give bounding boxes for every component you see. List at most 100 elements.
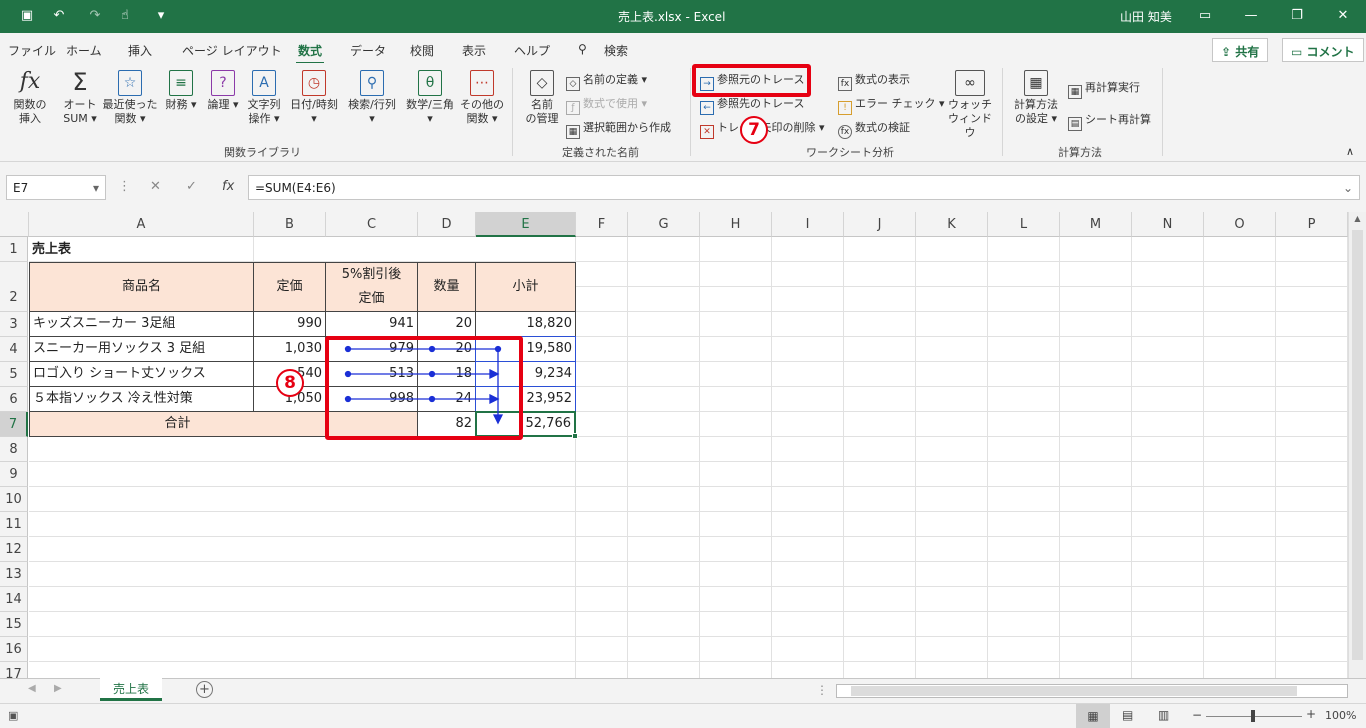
comment-button[interactable]: ▭ コメント xyxy=(1282,38,1364,62)
scroll-thumb[interactable] xyxy=(851,686,1297,696)
column-header[interactable]: J xyxy=(844,212,916,237)
insert-function-button[interactable]: fx 関数の 挿入 xyxy=(10,70,50,126)
add-sheet-icon[interactable]: + xyxy=(196,681,213,698)
tab-prev-icon[interactable]: ◀ xyxy=(28,683,36,694)
column-header[interactable]: H xyxy=(700,212,772,237)
row-header[interactable]: 9 xyxy=(0,462,28,487)
scroll-up-icon[interactable]: ▲ xyxy=(1351,214,1364,226)
datetime-button[interactable]: ◷ 日付/時刻 ▾ xyxy=(286,70,342,126)
horizontal-scrollbar[interactable] xyxy=(836,684,1348,698)
zoom-in-icon[interactable]: + xyxy=(1306,707,1316,721)
tab-search[interactable]: 検索 xyxy=(604,42,628,59)
define-name-button[interactable]: ◇ 名前の定義 ▾ xyxy=(566,70,647,91)
row-header[interactable]: 14 xyxy=(0,587,28,612)
calculate-sheet-button[interactable]: ▤ シート再計算 xyxy=(1068,110,1151,131)
tab-review[interactable]: 校閲 xyxy=(410,42,434,59)
collapse-ribbon-icon[interactable]: ∧ xyxy=(1346,142,1354,162)
column-header[interactable]: I xyxy=(772,212,844,237)
undo-icon[interactable]: ↶ xyxy=(50,7,68,25)
redo-icon[interactable]: ↷ xyxy=(86,7,104,25)
row-header[interactable]: 10 xyxy=(0,487,28,512)
column-header[interactable]: G xyxy=(628,212,700,237)
column-header[interactable]: M xyxy=(1060,212,1132,237)
autosum-button[interactable]: Σ オート SUM ▾ xyxy=(58,70,102,126)
row-header[interactable]: 13 xyxy=(0,562,28,587)
worksheet-grid[interactable]: A B C D E F G H I J K L M N O P 1 2 3 4 … xyxy=(0,212,1366,678)
page-layout-view-icon[interactable]: ▤ xyxy=(1122,708,1133,722)
remove-arrows-icon: ✕ xyxy=(700,125,714,139)
column-header[interactable]: O xyxy=(1204,212,1276,237)
logical-button[interactable]: ? 論理 ▾ xyxy=(206,70,240,112)
magnifier-icon: ⚲ xyxy=(360,70,384,96)
more-functions-button[interactable]: ⋯ その他の 関数 ▾ xyxy=(460,70,504,126)
column-header[interactable]: P xyxy=(1276,212,1348,237)
ribbon-display-icon[interactable]: ▭ xyxy=(1196,7,1214,25)
row-header[interactable]: 17 xyxy=(0,662,28,678)
sheet-tab[interactable]: 売上表 xyxy=(100,678,162,701)
column-header[interactable]: K xyxy=(916,212,988,237)
scroll-thumb[interactable] xyxy=(1352,230,1363,660)
zoom-out-icon[interactable]: − xyxy=(1192,708,1202,722)
trace-dependents-button[interactable]: ← 参照先のトレース xyxy=(700,94,804,115)
text-button[interactable]: A 文字列 操作 ▾ xyxy=(244,70,284,126)
touch-mode-icon[interactable]: ☝ xyxy=(116,7,134,25)
name-manager-button[interactable]: ◇ 名前 の管理 xyxy=(522,70,562,126)
tab-insert[interactable]: 挿入 xyxy=(128,42,152,59)
page-break-view-icon[interactable]: ▥ xyxy=(1158,708,1169,722)
vertical-scrollbar[interactable]: ▲ xyxy=(1348,212,1366,678)
recently-used-button[interactable]: ☆ 最近使った 関数 ▾ xyxy=(102,70,158,126)
column-header[interactable]: N xyxy=(1132,212,1204,237)
zoom-slider-thumb[interactable] xyxy=(1251,710,1255,722)
error-checking-button[interactable]: ! エラー チェック ▾ xyxy=(838,94,945,115)
normal-view-icon[interactable]: ▦ xyxy=(1076,704,1110,728)
tab-page-layout[interactable]: ページ レイアウト xyxy=(182,42,282,59)
tab-file[interactable]: ファイル xyxy=(8,42,56,59)
macro-record-icon[interactable]: ▣ xyxy=(8,709,18,722)
customize-qat-icon[interactable]: ▾ xyxy=(152,7,170,25)
tab-formulas[interactable]: 数式 xyxy=(295,42,325,65)
create-from-selection-button[interactable]: ▦ 選択範囲から作成 xyxy=(566,118,671,139)
row-header[interactable]: 15 xyxy=(0,612,28,637)
watch-window-button[interactable]: ∞ ウォッチ ウィンドウ xyxy=(946,70,994,140)
row-header[interactable]: 16 xyxy=(0,637,28,662)
tag-icon: ◇ xyxy=(530,70,554,96)
column-header[interactable]: L xyxy=(988,212,1060,237)
restore-icon[interactable]: ❐ xyxy=(1288,7,1306,25)
name-box[interactable]: E7 ▾ xyxy=(6,175,106,200)
lookup-button[interactable]: ⚲ 検索/行列 ▾ xyxy=(344,70,400,126)
cancel-icon[interactable]: ✕ xyxy=(150,179,161,194)
tab-help[interactable]: ヘルプ xyxy=(514,42,550,59)
minimize-icon[interactable]: — xyxy=(1242,7,1260,25)
share-button[interactable]: ⇪ 共有 xyxy=(1212,38,1269,62)
expand-formula-icon[interactable]: ⌄ xyxy=(1343,181,1353,195)
calculation-options-button[interactable]: ▦ 計算方法 の設定 ▾ xyxy=(1010,70,1062,126)
evaluate-formula-button[interactable]: fx 数式の検証 xyxy=(838,118,910,139)
user-name[interactable]: 山田 知美 xyxy=(1120,8,1172,25)
tab-next-icon[interactable]: ▶ xyxy=(54,683,62,694)
search-icon[interactable]: ⚲ xyxy=(578,42,587,56)
formula-input[interactable]: =SUM(E4:E6) ⌄ xyxy=(248,175,1360,200)
calculate-now-button[interactable]: ▦ 再計算実行 xyxy=(1068,78,1140,99)
tag-icon: ◇ xyxy=(566,77,580,91)
chevron-down-icon[interactable]: ▾ xyxy=(93,181,99,195)
highlight-box-trace-precedents xyxy=(692,64,811,97)
close-icon[interactable]: ✕ xyxy=(1334,7,1352,25)
use-in-formula-button[interactable]: ƒ 数式で使用 ▾ xyxy=(566,94,647,115)
insert-function-icon[interactable]: fx xyxy=(222,179,234,194)
split-handle-icon[interactable]: ⋮ xyxy=(816,683,828,697)
show-formulas-button[interactable]: fx 数式の表示 xyxy=(838,70,910,91)
ribbon-separator xyxy=(690,68,691,156)
tab-home[interactable]: ホーム xyxy=(66,42,102,59)
tab-view[interactable]: 表示 xyxy=(462,42,486,59)
step-badge-7: 7 xyxy=(740,116,768,144)
save-icon[interactable]: ▣ xyxy=(18,7,36,25)
math-trig-button[interactable]: θ 数学/三角 ▾ xyxy=(402,70,458,126)
ribbon-separator xyxy=(1162,68,1163,156)
row-header[interactable]: 12 xyxy=(0,537,28,562)
financial-button[interactable]: ≡ 財務 ▾ xyxy=(164,70,198,112)
enter-icon[interactable]: ✓ xyxy=(186,179,197,194)
row-header[interactable]: 11 xyxy=(0,512,28,537)
tab-data[interactable]: データ xyxy=(350,42,386,59)
coins-icon: ≡ xyxy=(169,70,193,96)
zoom-level[interactable]: 100% xyxy=(1325,709,1356,722)
